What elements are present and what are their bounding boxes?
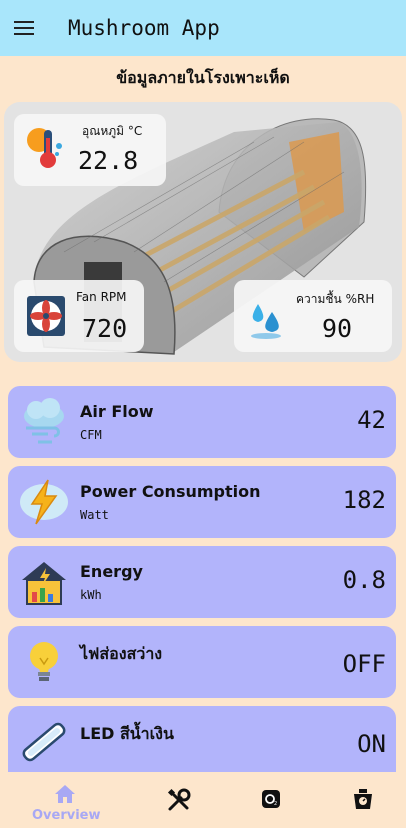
temperature-label: อุณหภูมิ °C [82, 124, 143, 138]
lighting-title: ไฟส่องสว่าง [80, 644, 163, 663]
power-value: 182 [342, 486, 386, 514]
energy-card[interactable]: Energy kWh 0.8 [8, 546, 396, 618]
tools-icon [167, 788, 191, 811]
energy-unit: kWh [80, 588, 102, 602]
humidity-label: ความชื้น %RH [296, 292, 375, 306]
led-title: LED สีน้ำเงิน [80, 724, 174, 743]
menu-icon[interactable] [14, 20, 36, 36]
humidity-value: 90 [322, 314, 353, 343]
fan-label: Fan RPM [76, 290, 127, 304]
lighting-value: OFF [342, 650, 386, 678]
temperature-value: 22.8 [78, 146, 139, 175]
energy-title: Energy [80, 562, 143, 581]
lightbulb-icon [30, 642, 58, 681]
nav-scale[interactable] [352, 788, 374, 814]
temperature-card: อุณหภูมิ °C 22.8 [14, 114, 166, 186]
section-title: ข้อมูลภายในโรงเพาะเห็ด [116, 68, 290, 87]
solar-house-icon [22, 562, 66, 605]
o2-icon: 2 [262, 790, 280, 808]
fan-icon [27, 296, 65, 336]
bottom-nav: Overview 2 [0, 772, 406, 828]
fan-card: Fan RPM 720 [14, 280, 144, 352]
wind-cloud-icon [24, 398, 64, 444]
power-card[interactable]: Power Consumption Watt 182 [8, 466, 396, 538]
lighting-card[interactable]: ไฟส่องสว่าง OFF [8, 626, 396, 698]
nav-overview[interactable]: Overview [32, 784, 101, 823]
airflow-card[interactable]: Air Flow CFM 42 [8, 386, 396, 458]
airflow-unit: CFM [80, 428, 102, 442]
nav-tools[interactable] [166, 788, 192, 816]
app-title: Mushroom App [68, 16, 220, 40]
lightning-icon [20, 479, 68, 525]
fan-value: 720 [82, 314, 128, 343]
airflow-title: Air Flow [80, 402, 154, 421]
app-bar: Mushroom App [0, 0, 406, 56]
energy-value: 0.8 [342, 566, 386, 594]
nav-oxygen[interactable]: 2 [260, 789, 282, 813]
nav-overview-label: Overview [32, 808, 101, 823]
led-tube-icon [22, 722, 66, 762]
home-icon [55, 785, 75, 803]
power-title: Power Consumption [80, 482, 261, 501]
greenhouse-panel: อุณหภูมิ °C 22.8 Fan RPM 720 ความชื้น %R… [4, 102, 402, 362]
airflow-value: 42 [357, 406, 386, 434]
water-drops-icon [251, 304, 281, 339]
led-value: ON [357, 730, 386, 758]
humidity-card: ความชื้น %RH 90 [234, 280, 392, 352]
svg-text:2: 2 [274, 801, 277, 807]
scale-icon [354, 789, 372, 809]
thermometer-icon [27, 128, 62, 168]
power-unit: Watt [80, 508, 109, 522]
led-card[interactable]: LED สีน้ำเงิน ON [8, 706, 396, 772]
